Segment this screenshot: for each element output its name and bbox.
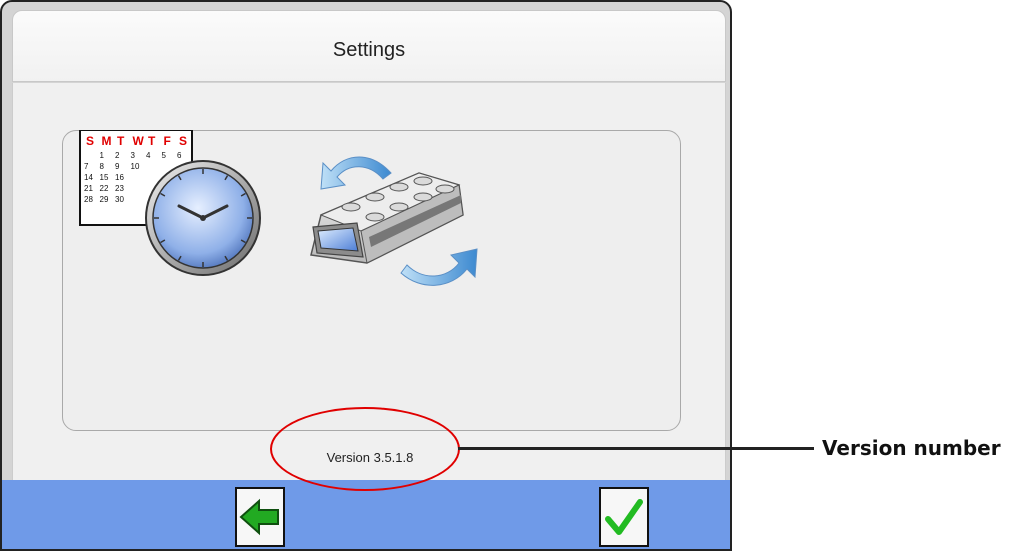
instrument-settings-button[interactable] <box>291 145 481 295</box>
calendar-date: 4 <box>146 151 151 160</box>
calendar-date: 1 <box>100 151 105 160</box>
calendar-date: 9 <box>115 162 120 171</box>
calendar-day-header: S <box>86 134 94 148</box>
calendar-clock-icon: SMTWTFS 1 2 3 4 5 67 8 9 1014 15 1621 22 2328 29 30 <box>79 129 261 276</box>
calendar-date: 14 <box>84 173 93 182</box>
callout-label: Version number <box>822 436 1001 460</box>
date-time-settings-button[interactable]: SMTWTFS 1 2 3 4 5 6 7 8 9 10 14 15 16 21 22 23 28 29 30 <box>79 129 279 280</box>
calendar-day-header: W <box>133 134 145 148</box>
callout-leader-line <box>458 447 814 450</box>
calendar-date: 30 <box>115 195 124 204</box>
calendar-date: 5 <box>162 151 167 160</box>
calendar-date: 15 <box>100 173 109 182</box>
calendar-date: 22 <box>100 184 109 193</box>
page-title: Settings <box>332 39 406 61</box>
checkmark-icon <box>605 499 643 535</box>
calendar-date: 29 <box>100 195 109 204</box>
calendar-day-header: F <box>164 134 171 148</box>
calendar-date: 7 <box>84 162 89 171</box>
calendar-date: 28 <box>84 195 93 204</box>
calendar-day-header: S <box>179 134 187 148</box>
calendar-day-header: T <box>117 134 125 148</box>
calendar-date: 2 <box>115 151 120 160</box>
title-bar: Settings <box>12 10 726 82</box>
back-arrow-icon <box>239 498 279 536</box>
version-highlight-ellipse <box>270 407 460 491</box>
calendar-day-header: M <box>102 134 112 148</box>
calendar-date: 10 <box>131 162 140 171</box>
calendar-date: 23 <box>115 184 124 193</box>
back-button[interactable] <box>235 487 285 547</box>
confirm-button[interactable] <box>599 487 649 547</box>
calendar-date: 3 <box>131 151 136 160</box>
calendar-date: 21 <box>84 184 93 193</box>
calendar-date: 8 <box>100 162 105 171</box>
calendar-date: 16 <box>115 173 124 182</box>
calendar-day-header: T <box>148 134 156 148</box>
device-sync-icon <box>310 156 478 286</box>
calendar-date: 6 <box>177 151 182 160</box>
